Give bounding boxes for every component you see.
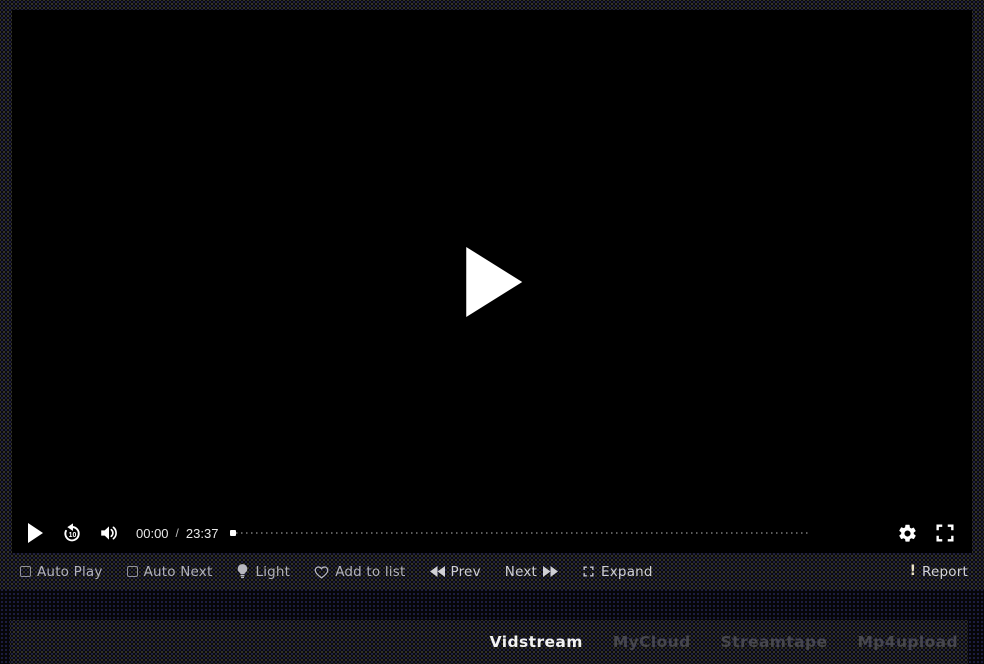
auto-play-toggle[interactable]: Auto Play xyxy=(20,564,103,580)
next-double-arrow-icon xyxy=(543,566,558,577)
settings-button[interactable] xyxy=(897,523,918,544)
next-episode-button[interactable]: Next xyxy=(505,564,558,580)
expand-label: Expand xyxy=(601,564,653,580)
fullscreen-button[interactable] xyxy=(934,522,956,544)
play-icon xyxy=(28,523,43,543)
big-play-button[interactable] xyxy=(466,247,522,317)
next-label: Next xyxy=(505,564,537,580)
svg-text:10: 10 xyxy=(69,532,77,539)
rewind-10-button[interactable]: 10 xyxy=(61,522,84,545)
auto-next-label: Auto Next xyxy=(144,564,213,580)
prev-double-arrow-icon xyxy=(430,566,445,577)
auto-next-checkbox-icon xyxy=(127,566,138,577)
gear-icon xyxy=(897,523,918,544)
auto-play-label: Auto Play xyxy=(37,564,103,580)
server-tab-vidstream[interactable]: Vidstream xyxy=(490,633,583,651)
report-label: Report xyxy=(922,564,968,580)
time-duration: 23:37 xyxy=(186,526,219,541)
prev-label: Prev xyxy=(451,564,481,580)
time-current: 00:00 xyxy=(136,526,169,541)
auto-play-checkbox-icon xyxy=(20,566,31,577)
light-toggle[interactable]: Light xyxy=(236,564,290,580)
server-tab-mp4upload[interactable]: Mp4upload xyxy=(857,633,958,651)
progress-bar[interactable] xyxy=(230,528,879,538)
server-tab-mycloud[interactable]: MyCloud xyxy=(613,633,691,651)
player-toolbar: Auto Play Auto Next Light Add to list xyxy=(12,553,972,590)
time-separator: / xyxy=(176,526,179,540)
report-button[interactable]: ! Report xyxy=(910,564,968,580)
auto-next-toggle[interactable]: Auto Next xyxy=(127,564,213,580)
prev-episode-button[interactable]: Prev xyxy=(430,564,481,580)
player-section: 10 00:00 / 23:37 xyxy=(0,0,984,590)
server-tab-streamtape[interactable]: Streamtape xyxy=(721,633,828,651)
add-to-list-label: Add to list xyxy=(335,564,405,580)
add-to-list-button[interactable]: Add to list xyxy=(314,564,405,580)
volume-icon xyxy=(98,522,120,544)
heart-icon xyxy=(314,565,329,579)
time-display: 00:00 / 23:37 xyxy=(136,526,218,541)
section-gap xyxy=(0,590,984,620)
player-controls-bar: 10 00:00 / 23:37 xyxy=(12,515,972,553)
report-exclamation-icon: ! xyxy=(910,563,916,579)
lightbulb-icon xyxy=(236,564,249,579)
video-surface[interactable]: 10 00:00 / 23:37 xyxy=(12,10,972,553)
server-selector-row: Vidstream MyCloud Streamtape Mp4upload xyxy=(10,620,968,664)
fullscreen-icon xyxy=(934,522,956,544)
volume-button[interactable] xyxy=(98,522,120,544)
play-button[interactable] xyxy=(28,523,61,543)
rewind-10-icon: 10 xyxy=(61,522,84,545)
progress-track xyxy=(236,532,809,534)
expand-icon xyxy=(582,565,595,578)
expand-button[interactable]: Expand xyxy=(582,564,653,580)
light-label: Light xyxy=(255,564,290,580)
